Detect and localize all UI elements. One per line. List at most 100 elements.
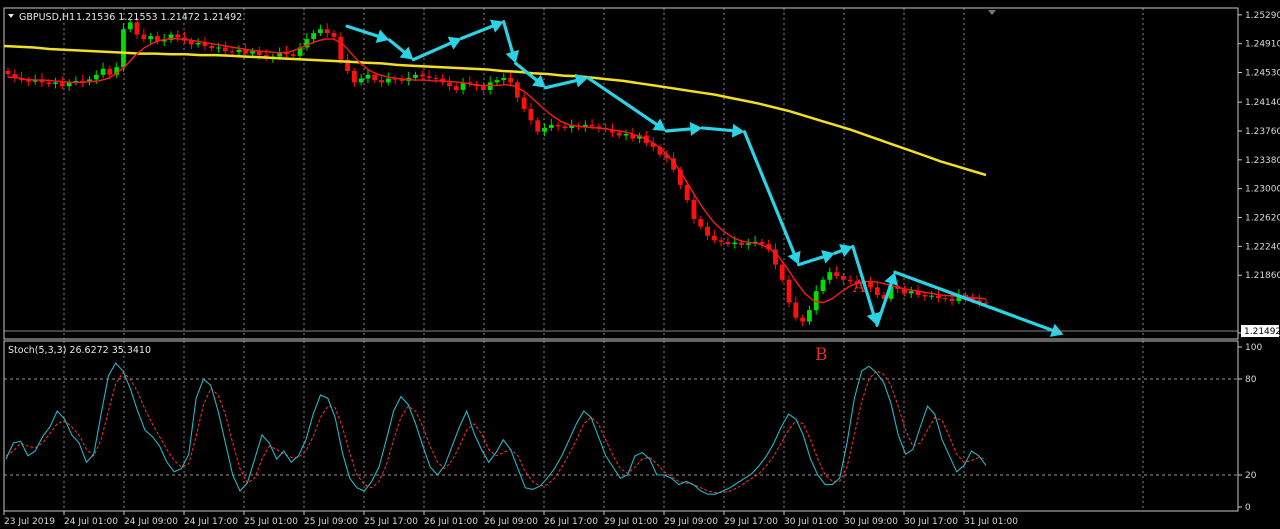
y-tick-label: 1.24530 [1245, 69, 1280, 79]
y-tick-label: 1.23760 [1245, 127, 1280, 137]
x-tick-label: 30 Jul 01:00 [784, 517, 838, 527]
time-axis: 23 Jul 2019 24 Jul 01:00 24 Jul 09:00 24 Ju… [3, 511, 1018, 527]
candle-body [840, 275, 846, 280]
trend-arrow-shaft [664, 127, 692, 133]
main-pane-frame [3, 7, 1239, 340]
candle-body [508, 77, 513, 83]
candle-body [93, 74, 99, 80]
candle-body [100, 68, 106, 75]
candle-body [514, 82, 520, 98]
slow-ma-line [3, 44, 987, 177]
trend-arrow-head [574, 73, 588, 88]
candle-body [874, 287, 880, 295]
candle-body [535, 120, 541, 132]
dropdown-arrow-icon[interactable] [8, 14, 14, 18]
candle-body [318, 29, 323, 34]
candle-body [922, 294, 928, 297]
candle-body [324, 29, 330, 34]
trend-arrow-shaft [459, 24, 495, 40]
candle-body [487, 82, 493, 90]
candle-body [827, 272, 833, 280]
candle-body [623, 134, 629, 136]
candle-body [453, 86, 459, 90]
candle-body [195, 42, 201, 45]
candle-body [807, 310, 812, 322]
candle-body [949, 298, 955, 302]
candle-body [331, 33, 337, 37]
candle-body [684, 184, 690, 201]
trend-arrow-head [731, 123, 745, 138]
trend-arrow-shaft [345, 24, 380, 38]
candle-body [236, 49, 242, 53]
trend-arrow-shaft [797, 255, 825, 267]
candle-body [433, 77, 439, 79]
x-tick-label: 29 Jul 09:00 [664, 517, 718, 527]
candle-body [705, 226, 710, 236]
candle-body [501, 77, 507, 81]
candle-body [718, 240, 724, 242]
candle-body [372, 74, 378, 81]
stoch-signal-line [5, 370, 987, 494]
candle-body [936, 295, 941, 299]
trend-arrow-shaft [700, 126, 735, 133]
trend-arrow-shaft [833, 249, 844, 255]
x-tick-label: 30 Jul 17:00 [904, 517, 958, 527]
candle-body [739, 242, 744, 245]
trend-arrow-head [505, 49, 520, 64]
candle-body [127, 22, 133, 30]
candle-body [800, 317, 806, 322]
candle-body [426, 76, 432, 78]
current-price-label: 1.21492 [1244, 327, 1280, 337]
candle-body [698, 219, 704, 227]
stoch-pane-frame [3, 340, 1239, 512]
candlesticks [5, 17, 989, 327]
candle-body [59, 82, 65, 87]
x-tick-label: 29 Jul 17:00 [724, 517, 778, 527]
x-tick-label: 24 Jul 17:00 [184, 517, 238, 527]
y-tick-label: 80 [1245, 375, 1257, 385]
candle-body [793, 302, 799, 318]
candle-body [148, 36, 154, 40]
ohlc-quote: 1.21536 1.21553 1.21472 1.21492 [76, 12, 242, 23]
candle-body [311, 33, 317, 40]
stoch-axis: 100 80 20 0 [1238, 343, 1262, 513]
x-tick-label: 23 Jul 2019 [4, 517, 55, 527]
trading-chart: GBPUSD,H1 1.21536 1.21553 1.21472 1.2149… [3, 7, 1280, 527]
trend-arrow-shaft [502, 20, 514, 54]
candle-body [351, 71, 357, 83]
x-tick-label: 29 Jul 01:00 [604, 517, 658, 527]
candle-body [616, 132, 622, 136]
y-tick-label: 0 [1245, 503, 1251, 513]
candle-body [820, 279, 826, 292]
candle-body [847, 279, 853, 282]
candle-body [229, 51, 235, 53]
candle-body [589, 124, 595, 127]
candle-body [481, 86, 486, 90]
candle-body [222, 47, 228, 52]
y-tick-label: 1.21860 [1245, 271, 1280, 281]
candle-body [983, 302, 989, 304]
candle-body [134, 22, 140, 35]
candle-body [53, 82, 58, 84]
candle-body [542, 127, 547, 132]
candle-body [365, 74, 371, 79]
candle-body [107, 68, 113, 75]
y-tick-label: 1.22240 [1245, 242, 1280, 252]
x-tick-label: 26 Jul 17:00 [544, 517, 598, 527]
candle-body [691, 200, 697, 220]
trend-arrow-shaft [742, 130, 796, 256]
chart-shift-marker[interactable] [988, 10, 996, 15]
x-tick-label: 30 Jul 09:00 [844, 517, 898, 527]
candle-body [141, 34, 147, 40]
y-tick-label: 1.25290 [1245, 11, 1280, 21]
trend-arrow-head [689, 121, 703, 136]
trend-arrow-shaft [893, 270, 1054, 332]
candle-body [379, 80, 384, 83]
y-tick-label: 1.23000 [1245, 185, 1280, 195]
candle-body [358, 78, 364, 83]
x-tick-label: 31 Jul 01:00 [964, 517, 1018, 527]
stoch-label: Stoch(5,3,3) 26.6272 35.3410 [8, 345, 151, 356]
trend-arrow-shaft [411, 41, 453, 62]
y-tick-label: 1.24910 [1245, 40, 1280, 50]
candle-body [779, 264, 785, 280]
